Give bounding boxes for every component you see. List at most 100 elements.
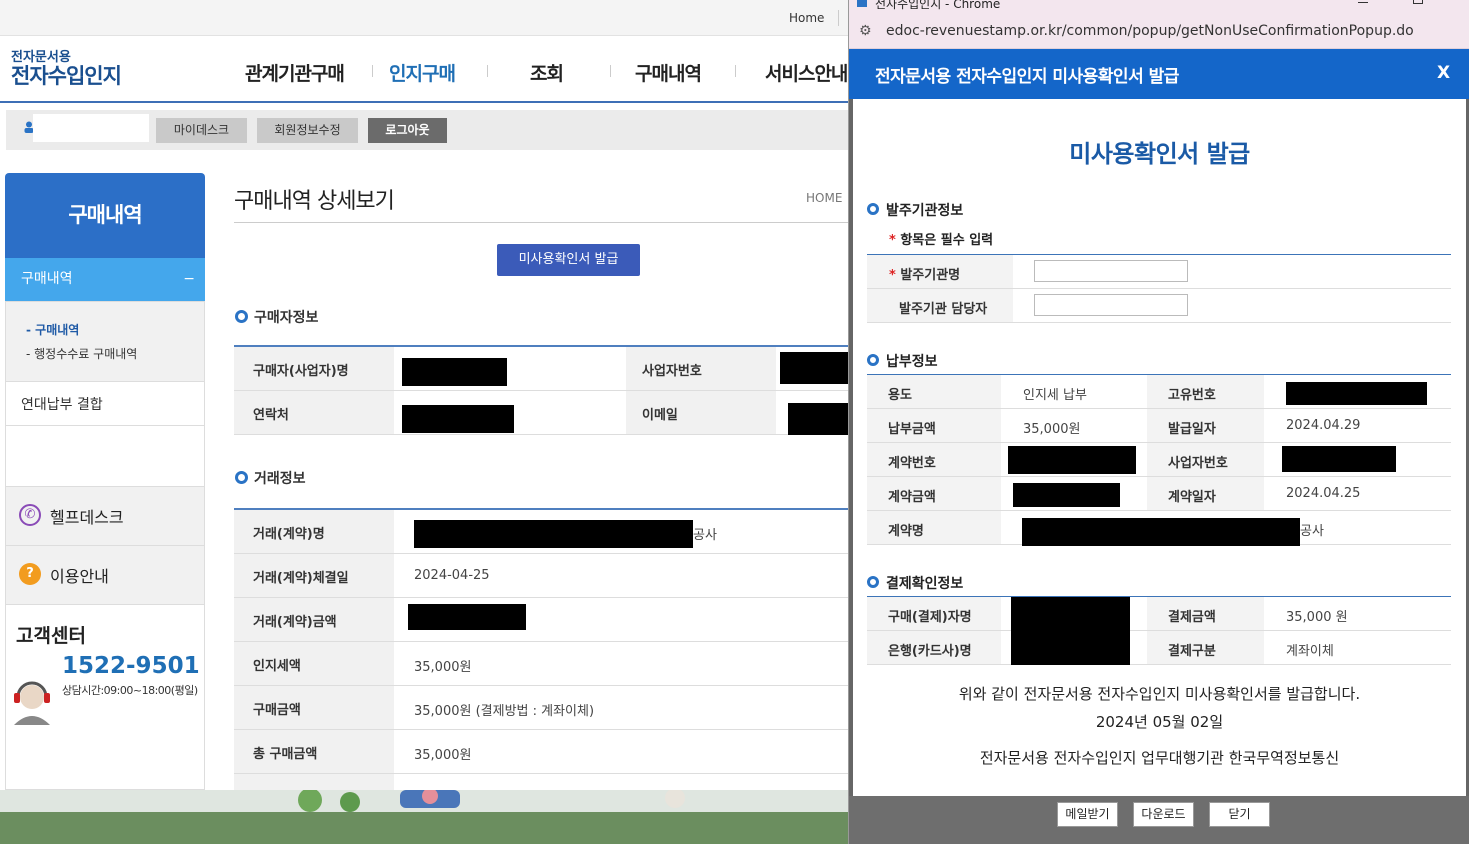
table-row: 계약명 공사 bbox=[867, 511, 1451, 546]
divider bbox=[487, 65, 488, 77]
table-header: 계약일자 bbox=[1147, 477, 1264, 510]
edit-profile-button[interactable]: 회원정보수정 bbox=[257, 118, 358, 143]
email-button[interactable]: 메일받기 bbox=[1057, 802, 1118, 827]
table-cell: 공사 bbox=[1300, 524, 1324, 539]
section-bullet-icon bbox=[235, 471, 248, 484]
org-name-input[interactable] bbox=[1034, 260, 1188, 282]
nav-item-service-guide[interactable]: 서비스안내 bbox=[765, 59, 848, 86]
submenu-item-admin-fee[interactable]: - 행정수수료 구매내역 bbox=[26, 345, 137, 362]
deal-section-title: 거래정보 bbox=[254, 471, 306, 487]
sidebar-item-label: 연대납부 결합 bbox=[21, 397, 103, 413]
issue-nonuse-confirmation-button[interactable]: 미사용확인서 발급 bbox=[497, 244, 640, 276]
nav-item-purchase-history[interactable]: 구매내역 bbox=[635, 59, 702, 86]
table-header: 납부금액 bbox=[867, 409, 1001, 442]
table-row: 구매금액 35,000원 (결제방법 : 계좌이체) bbox=[234, 686, 848, 730]
question-icon: ? bbox=[19, 563, 41, 585]
section-bullet-icon bbox=[867, 576, 879, 588]
redacted-value bbox=[780, 352, 848, 384]
guide-link[interactable]: ? 이용안내 bbox=[5, 546, 205, 605]
table-header: 계약금액 bbox=[867, 477, 1001, 510]
customer-center: 고객센터 1522-9501 상담시간:09:00~18:00(평일) bbox=[5, 605, 205, 790]
page-title: 구매내역 상세보기 bbox=[234, 189, 395, 214]
customer-center-title: 고객센터 bbox=[16, 625, 86, 647]
redacted-value bbox=[1008, 446, 1136, 474]
table-header: 결제구분 bbox=[1147, 631, 1264, 664]
nav-item-stamp-purchase[interactable]: 인지구매 bbox=[389, 59, 456, 86]
nav-item-related-purchase[interactable]: 관계기관구매 bbox=[245, 59, 345, 86]
background-illustration bbox=[298, 790, 685, 812]
table-row: 총 구매금액 35,000원 bbox=[234, 730, 848, 774]
logo-title[interactable]: 전자수입인지 bbox=[11, 60, 122, 90]
table-header: * 발주기관명 bbox=[867, 255, 1013, 288]
table-header: 연락처 bbox=[234, 391, 394, 434]
section-bullet-icon bbox=[867, 203, 879, 215]
table-row: 발주기관 담당자 bbox=[867, 289, 1451, 323]
helpdesk-link[interactable]: ✆ 헬프데스크 bbox=[5, 487, 205, 546]
issue-statement: 위와 같이 전자문서용 전자수입인지 미사용확인서를 발급합니다. bbox=[958, 685, 1361, 703]
table-row: 거래(계약)금액 bbox=[234, 598, 848, 642]
mydesk-button[interactable]: 마이데스크 bbox=[156, 118, 247, 143]
window-title: 전자수입인지 - Chrome bbox=[875, 0, 1001, 11]
redacted-value bbox=[414, 520, 693, 548]
app-icon bbox=[857, 0, 867, 7]
table-header: 발주기관 담당자 bbox=[867, 289, 1013, 322]
redacted-value bbox=[1022, 518, 1300, 546]
table-cell: 인지세 납부 bbox=[1023, 388, 1087, 403]
table-row: 구매자(사업자)명 사업자번호 bbox=[234, 347, 848, 391]
helpdesk-label: 헬프데스크 bbox=[50, 508, 124, 527]
address-bar[interactable]: ⚙ edoc-revenuestamp.or.kr/common/popup/g… bbox=[849, 13, 1469, 49]
table-cell: 2024.04.29 bbox=[1286, 418, 1361, 433]
table-cell: 2024-04-25 bbox=[414, 568, 490, 583]
breadcrumb[interactable]: HOME bbox=[806, 191, 842, 205]
download-button[interactable]: 다운로드 bbox=[1133, 802, 1194, 827]
phone-icon: ✆ bbox=[19, 504, 41, 526]
url-text[interactable]: edoc-revenuestamp.or.kr/common/popup/get… bbox=[886, 23, 1414, 39]
table-header: 발급일자 bbox=[1147, 409, 1264, 442]
table-header: 은행(카드사)명 bbox=[867, 631, 1001, 664]
nav-underline bbox=[0, 101, 848, 103]
window-titlebar: 전자수입인지 - Chrome bbox=[849, 0, 1469, 13]
collapse-icon[interactable]: − bbox=[183, 258, 195, 301]
service-hours: 상담시간:09:00~18:00(평일) bbox=[62, 684, 198, 697]
required-mark: * bbox=[889, 268, 896, 283]
minimize-icon[interactable] bbox=[1358, 2, 1368, 3]
site-settings-icon[interactable]: ⚙ bbox=[859, 23, 872, 39]
table-header: 구매자(사업자)명 bbox=[234, 347, 394, 390]
org-manager-input[interactable] bbox=[1034, 294, 1188, 316]
table-row: 은행(카드사)명 결제구분 계좌이체 bbox=[867, 631, 1451, 665]
redacted-value bbox=[402, 358, 507, 386]
popup-heading: 미사용확인서 발급 bbox=[1069, 140, 1250, 168]
home-link[interactable]: Home bbox=[789, 11, 824, 25]
submenu-item-purchase[interactable]: - 구매내역 bbox=[26, 321, 79, 338]
table-cell: 35,000원 bbox=[414, 660, 472, 675]
nav-item-inquiry[interactable]: 조회 bbox=[530, 59, 564, 86]
maximize-icon[interactable] bbox=[1413, 0, 1423, 4]
table-header: 고유번호 bbox=[1147, 375, 1264, 408]
close-button[interactable]: 닫기 bbox=[1209, 802, 1270, 827]
table-row: 인지세액 35,000원 bbox=[234, 642, 848, 686]
section-bullet-icon bbox=[235, 310, 248, 323]
redacted-value bbox=[788, 403, 848, 435]
settle-section-title: 결제확인정보 bbox=[886, 576, 964, 592]
table-header: 구매(결제)자명 bbox=[867, 597, 1001, 630]
table-header: 거래(계약)체결일 bbox=[234, 554, 394, 597]
pay-section-title: 납부정보 bbox=[886, 354, 938, 370]
guide-label: 이용안내 bbox=[50, 567, 109, 586]
table-row: 계약금액 계약일자 2024.04.25 bbox=[867, 477, 1451, 511]
main-window: Home 전자문서용 전자수입인지 관계기관구매 인지구매 조회 구매내역 서비… bbox=[0, 0, 848, 790]
user-name-box bbox=[33, 114, 149, 142]
popup-header: 전자문서용 전자수입인지 미사용확인서 발급 X bbox=[849, 49, 1469, 99]
sidebar-item-joint-payment[interactable]: 연대납부 결합 bbox=[5, 382, 205, 426]
sidebar-item-purchase-history[interactable]: 구매내역 − bbox=[5, 258, 205, 301]
close-icon[interactable]: X bbox=[1437, 63, 1450, 83]
logout-button[interactable]: 로그아웃 bbox=[368, 118, 447, 143]
table-row: 납부금액 35,000원 발급일자 2024.04.29 bbox=[867, 409, 1451, 443]
table-header: 결제금액 bbox=[1147, 597, 1264, 630]
sidebar-submenu bbox=[5, 301, 205, 382]
table-header: 이메일 bbox=[626, 391, 776, 434]
redacted-value bbox=[402, 405, 514, 433]
required-note: * 항목은 필수 입력 bbox=[889, 229, 993, 248]
redacted-value bbox=[1013, 483, 1120, 507]
table-cell: 계좌이체 bbox=[1286, 644, 1334, 659]
table-header: 구매금액 bbox=[234, 686, 394, 729]
